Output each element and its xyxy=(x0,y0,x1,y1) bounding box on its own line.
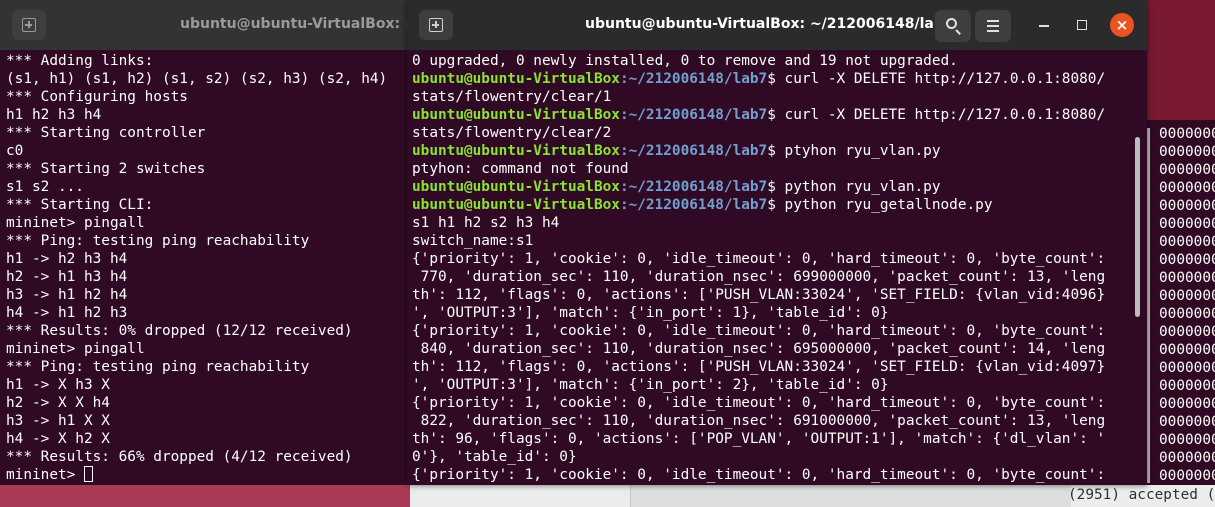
terminal-cursor xyxy=(83,466,93,482)
terminal-line: ', 'OUTPUT:3'], 'match': {'in_port': 2},… xyxy=(412,377,889,393)
terminal-line: 840, 'duration_sec': 110, 'duration_nsec… xyxy=(412,341,1106,357)
terminal-line: 0'}, 'table_id': 0} xyxy=(412,449,577,465)
terminal-line: 0000000 xyxy=(1159,180,1215,196)
terminal-window-mininet[interactable]: ubuntu@ubuntu-VirtualBox: ~/2 *** Adding… xyxy=(0,0,410,485)
terminal-line: *** Adding links: xyxy=(6,53,154,69)
terminal-line: 0000000 xyxy=(1159,432,1215,448)
terminal-line: 0000000 xyxy=(1159,216,1215,232)
terminal-line: h1 -> X h3 X xyxy=(6,377,110,393)
terminal-line: 770, 'duration_sec': 110, 'duration_nsec… xyxy=(412,269,1106,285)
terminal-line: 0000000 xyxy=(1159,162,1215,178)
new-tab-button[interactable] xyxy=(419,10,453,40)
terminal-line: h4 -> X h2 X xyxy=(6,431,110,447)
terminal-line: h1 h2 h3 h4 xyxy=(6,107,102,123)
desktop-background-strip xyxy=(1145,0,1215,130)
window-title: ubuntu@ubuntu-VirtualBox: ~/212006148/la… xyxy=(585,16,954,32)
terminal-line: *** Configuring hosts xyxy=(6,89,188,105)
terminal-line: 0000000 xyxy=(1159,342,1215,358)
close-button[interactable]: × xyxy=(1110,13,1134,37)
terminal-line: th': 96, 'flags': 0, 'actions': ['POP_VL… xyxy=(412,431,1106,447)
terminal-line: h2 -> X X h4 xyxy=(6,395,110,411)
terminal-line: 0000000 xyxy=(1159,324,1215,340)
scrollbar[interactable] xyxy=(1135,137,1140,317)
menu-button[interactable] xyxy=(975,10,1011,42)
terminal-line: 0000000 xyxy=(1159,396,1215,412)
terminal-line: 0000000 xyxy=(1159,378,1215,394)
terminal-line: h3 -> h1 X X xyxy=(6,413,110,429)
maximize-button[interactable] xyxy=(1071,14,1093,36)
terminal-line: h1 -> h2 h3 h4 xyxy=(6,251,128,267)
scrollbar[interactable] xyxy=(1147,128,1150,483)
window-title: ubuntu@ubuntu-VirtualBox: ~/2 xyxy=(180,16,410,32)
command-output: s1 h1 h2 s2 h3 h4 switch_name:s1 {'prior… xyxy=(412,215,1105,483)
terminal-line: *** Results: 0% dropped (12/12 received) xyxy=(6,323,353,339)
terminal-line: 0000000 xyxy=(1159,468,1215,484)
terminal-line: 0000000 xyxy=(1159,414,1215,430)
status-text: (2951) accepted ( xyxy=(1068,487,1215,503)
terminal-line: s1 h1 h2 s2 h3 h4 xyxy=(412,215,560,231)
terminal-line: 0000000 xyxy=(1159,288,1215,304)
terminal-output: 0000000 0000000 0000000 0000000 0000000 … xyxy=(1159,125,1215,485)
window-titlebar[interactable]: ubuntu@ubuntu-VirtualBox: ~/2 xyxy=(0,0,410,50)
terminal-line: c0 xyxy=(6,143,24,159)
terminal-line: s1 s2 ... xyxy=(6,179,84,195)
terminal-line: {'priority': 1, 'cookie': 0, 'idle_timeo… xyxy=(412,467,1106,483)
terminal-line: 0000000 xyxy=(1159,252,1215,268)
minimize-button[interactable] xyxy=(1033,14,1055,36)
terminal-line: 0000000 xyxy=(1159,360,1215,376)
terminal-line: th': 112, 'flags': 0, 'actions': ['PUSH_… xyxy=(412,287,1106,303)
terminal-line: switch_name:s1 xyxy=(412,233,534,249)
terminal-line: h2 -> h1 h3 h4 xyxy=(6,269,128,285)
terminal-line: {'priority': 1, 'cookie': 0, 'idle_timeo… xyxy=(412,323,1106,339)
new-tab-button[interactable] xyxy=(12,10,46,40)
terminal-lines: *** Adding links: (s1, h1) (s1, h2) (s1,… xyxy=(6,53,387,465)
terminal-line: mininet> pingall xyxy=(6,215,145,231)
terminal-line: *** Ping: testing ping reachability xyxy=(6,359,310,375)
terminal-line: mininet> pingall xyxy=(6,341,145,357)
terminal-line: 0000000 xyxy=(1159,450,1215,466)
terminal-line: h4 -> h1 h2 h3 xyxy=(6,305,128,321)
terminal-line: 0000000 xyxy=(1159,144,1215,160)
terminal-line: *** Starting 2 switches xyxy=(6,161,206,177)
terminal-prompt: mininet> xyxy=(6,467,84,483)
terminal-line: h3 -> h1 h2 h4 xyxy=(6,287,128,303)
search-icon xyxy=(946,18,957,29)
terminal-line: 822, 'duration_sec': 110, 'duration_nsec… xyxy=(412,413,1106,429)
terminal-line: 0000000 xyxy=(1159,270,1215,286)
terminal-output[interactable]: 0 upgraded, 0 newly installed, 0 to remo… xyxy=(412,52,1105,484)
terminal-output[interactable]: *** Adding links: (s1, h1) (s1, h2) (s1,… xyxy=(6,52,387,484)
terminal-line: {'priority': 1, 'cookie': 0, 'idle_timeo… xyxy=(412,251,1106,267)
terminal-line: 0000000 xyxy=(1159,126,1215,142)
search-button[interactable] xyxy=(935,10,971,42)
terminal-window-main[interactable]: ubuntu@ubuntu-VirtualBox: ~/212006148/la… xyxy=(407,0,1147,485)
terminal-window-background[interactable]: 0000000 0000000 0000000 0000000 0000000 … xyxy=(1147,120,1215,485)
terminal-line: 0000000 xyxy=(1159,306,1215,322)
terminal-line: (s1, h1) (s1, h2) (s1, s2) (s2, h3) (s2,… xyxy=(6,71,388,87)
terminal-line: *** Results: 66% dropped (4/12 received) xyxy=(6,449,353,465)
terminal-line: {'priority': 1, 'cookie': 0, 'idle_timeo… xyxy=(412,395,1106,411)
window-titlebar[interactable]: ubuntu@ubuntu-VirtualBox: ~/212006148/la… xyxy=(407,0,1147,50)
terminal-line: *** Starting CLI: xyxy=(6,197,154,213)
close-icon: × xyxy=(1115,16,1129,34)
new-tab-icon xyxy=(22,18,36,32)
terminal-line: *** Ping: testing ping reachability xyxy=(6,233,310,249)
terminal-line: 0000000 xyxy=(1159,234,1215,250)
terminal-line: 0000000 xyxy=(1159,198,1215,214)
terminal-line: *** Starting controller xyxy=(6,125,206,141)
new-tab-icon xyxy=(429,18,443,32)
terminal-line: ', 'OUTPUT:3'], 'match': {'in_port': 1},… xyxy=(412,305,889,321)
terminal-line: th': 112, 'flags': 0, 'actions': ['PUSH_… xyxy=(412,359,1106,375)
